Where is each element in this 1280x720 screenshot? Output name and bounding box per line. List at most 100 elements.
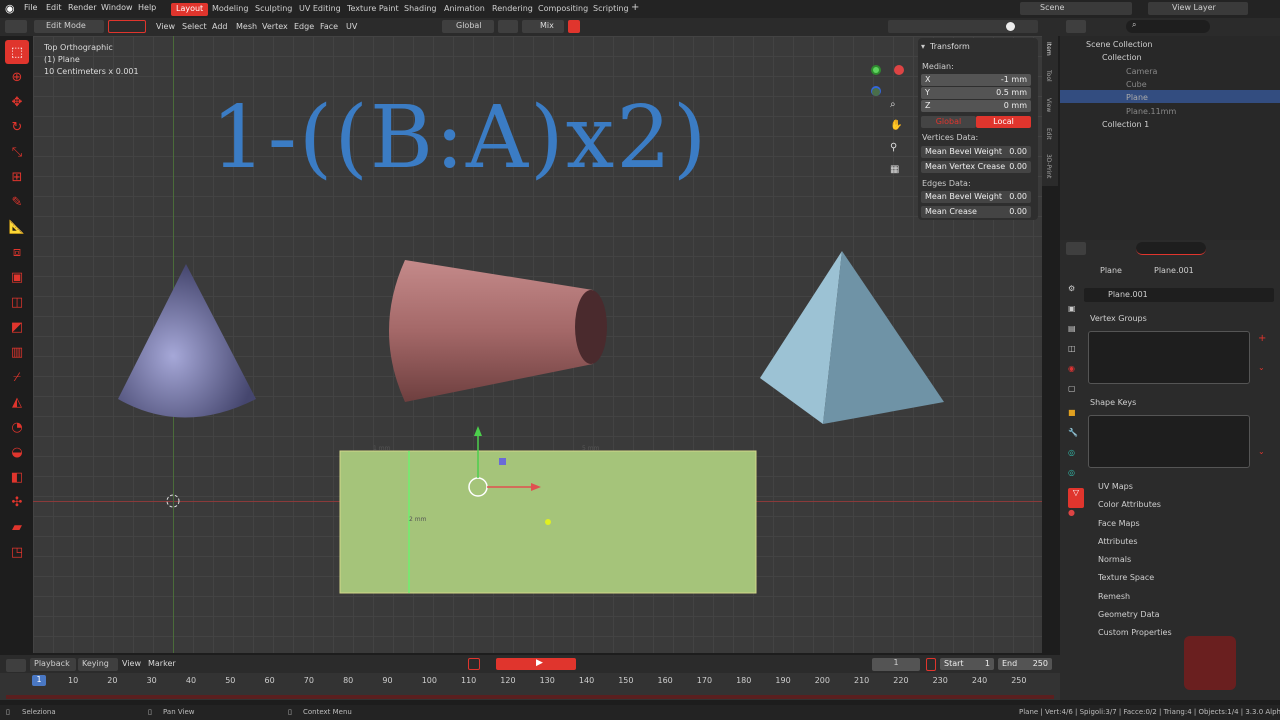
tab-render-icon[interactable]: ▣ xyxy=(1068,304,1084,324)
add-workspace-icon[interactable]: + xyxy=(631,2,639,13)
orientation-dropdown[interactable]: Global xyxy=(442,20,494,33)
transform-tool-icon[interactable]: ⊞ xyxy=(5,165,29,189)
snap-mix-dropdown[interactable]: Mix xyxy=(522,20,564,33)
tab-material-icon[interactable]: ● xyxy=(1068,508,1084,528)
panel-color-attributes[interactable]: Color Attributes xyxy=(1098,500,1161,509)
shape-keys-list[interactable] xyxy=(1088,415,1250,468)
vertex-groups-list[interactable] xyxy=(1088,331,1250,384)
rip-tool-icon[interactable]: ◳ xyxy=(5,540,29,564)
menu-uv[interactable]: UV xyxy=(346,22,357,31)
panel-texture-space[interactable]: Texture Space xyxy=(1098,573,1154,582)
record-icon[interactable] xyxy=(468,658,480,670)
3d-cursor-icon[interactable] xyxy=(166,494,180,508)
outliner-scene-collection[interactable]: Scene Collection xyxy=(1086,40,1153,49)
tab-compositing[interactable]: Compositing xyxy=(533,3,593,16)
transform-header[interactable]: Transform xyxy=(930,42,970,51)
pyramid-right-face[interactable] xyxy=(823,251,944,424)
tab-scripting[interactable]: Scripting xyxy=(588,3,634,16)
tab-sculpting[interactable]: Sculpting xyxy=(250,3,297,16)
menu-help[interactable]: Help xyxy=(138,3,156,12)
panel-custom-properties[interactable]: Custom Properties xyxy=(1098,628,1172,637)
local-toggle[interactable]: Local xyxy=(976,116,1031,128)
marker-menu[interactable]: Marker xyxy=(148,659,176,668)
outliner-camera[interactable]: Camera xyxy=(1126,67,1157,76)
panel-uv-maps[interactable]: UV Maps xyxy=(1098,482,1133,491)
panel-vertex-groups[interactable]: Vertex Groups xyxy=(1090,314,1147,323)
current-frame-field[interactable]: 1 xyxy=(872,658,920,671)
xy-plane-handle[interactable] xyxy=(499,458,506,465)
tab-rendering[interactable]: Rendering xyxy=(487,3,538,16)
panel-attributes[interactable]: Attributes xyxy=(1098,537,1138,546)
vertex-group-menu-icon[interactable]: ⌄ xyxy=(1258,363,1265,372)
properties-editor-icon[interactable] xyxy=(1066,242,1086,255)
breadcrumb-mesh[interactable]: Plane.001 xyxy=(1154,266,1194,275)
bevel-tool-icon[interactable]: ◩ xyxy=(5,315,29,339)
collapse-icon[interactable]: ▾ xyxy=(921,42,925,51)
edge-slide-icon[interactable]: ◧ xyxy=(5,465,29,489)
tab-tool[interactable]: Tool xyxy=(1045,70,1052,82)
panel-shape-keys[interactable]: Shape Keys xyxy=(1090,398,1136,407)
outliner-search-input[interactable] xyxy=(1126,20,1210,33)
knife-tool-icon[interactable]: ⌿ xyxy=(5,365,29,389)
move-tool-icon[interactable]: ✥ xyxy=(5,90,29,114)
tab-modifiers-icon[interactable]: 🔧 xyxy=(1068,428,1084,448)
camera-icon[interactable]: ⚲ xyxy=(890,142,897,153)
playhead-marker[interactable]: 1 xyxy=(32,675,46,686)
spin-tool-icon[interactable]: ◔ xyxy=(5,415,29,439)
properties-search-input[interactable] xyxy=(1136,242,1206,255)
select-mode-buttons[interactable] xyxy=(108,20,146,33)
shear-tool-icon[interactable]: ▰ xyxy=(5,515,29,539)
mean-crease-field[interactable]: Mean Crease 0.00 xyxy=(921,206,1031,218)
menu-select[interactable]: Select xyxy=(182,22,207,31)
panel-normals[interactable]: Normals xyxy=(1098,555,1131,564)
menu-edge[interactable]: Edge xyxy=(294,22,314,31)
menu-window[interactable]: Window xyxy=(101,3,133,12)
tab-uv-editing[interactable]: UV Editing xyxy=(294,3,346,16)
menu-edit[interactable]: Edit xyxy=(46,3,62,12)
smooth-tool-icon[interactable]: ◒ xyxy=(5,440,29,464)
start-frame-field[interactable]: Start 1 xyxy=(940,658,994,670)
extrude-tool-icon[interactable]: ▣ xyxy=(5,265,29,289)
timeline-scrollbar[interactable] xyxy=(6,695,1054,699)
tab-edit[interactable]: Edit xyxy=(1045,128,1052,140)
panel-geometry-data[interactable]: Geometry Data xyxy=(1098,610,1160,619)
cone-object[interactable] xyxy=(118,264,256,418)
rotate-tool-icon[interactable]: ↻ xyxy=(5,115,29,139)
tab-constraints-icon[interactable]: ◎ xyxy=(1068,468,1084,488)
tab-layout[interactable]: Layout xyxy=(171,3,209,16)
3d-viewport[interactable]: Top Orthographic (1) Plane 10 Centimeter… xyxy=(33,36,1042,653)
breadcrumb-object[interactable]: Plane xyxy=(1100,266,1122,275)
tab-output-icon[interactable]: ▤ xyxy=(1068,324,1084,344)
add-vertex-group-icon[interactable]: + xyxy=(1258,333,1266,344)
outliner-plane-11mm[interactable]: Plane.11mm xyxy=(1126,107,1176,116)
view-layer-selector[interactable]: View Layer xyxy=(1148,2,1248,15)
mode-dropdown[interactable]: Edit Mode xyxy=(34,20,104,33)
solid-shading-icon[interactable] xyxy=(1006,22,1015,31)
median-x-field[interactable]: X -1 mm xyxy=(921,74,1031,86)
blender-logo-icon[interactable]: ◉ xyxy=(5,2,15,15)
preview-range-icon[interactable] xyxy=(926,658,936,671)
select-box-icon[interactable]: ⬚ xyxy=(5,40,29,64)
poly-build-icon[interactable]: ◭ xyxy=(5,390,29,414)
median-y-field[interactable]: Y 0.5 mm xyxy=(921,87,1031,99)
outliner-plane[interactable]: Plane xyxy=(1126,93,1148,102)
shrink-fatten-icon[interactable]: ✣ xyxy=(5,490,29,514)
panel-face-maps[interactable]: Face Maps xyxy=(1098,519,1140,528)
menu-view[interactable]: View xyxy=(156,22,175,31)
tab-tool-icon[interactable]: ⚙ xyxy=(1068,284,1084,304)
tab-animation[interactable]: Animation xyxy=(439,3,490,16)
outliner-collection-1[interactable]: Collection 1 xyxy=(1102,120,1149,129)
scene-selector[interactable]: Scene xyxy=(1020,2,1132,15)
tab-physics-icon[interactable]: ◎ xyxy=(1068,448,1084,468)
measure-tool-icon[interactable]: 📐 xyxy=(5,215,29,239)
tab-world-icon[interactable]: ◉ xyxy=(1068,364,1084,384)
mesh-name-field[interactable]: Plane.001 xyxy=(1084,288,1274,302)
tab-item[interactable]: Item xyxy=(1045,42,1052,56)
tab-shading[interactable]: Shading xyxy=(399,3,442,16)
menu-face[interactable]: Face xyxy=(320,22,338,31)
outliner-cube[interactable]: Cube xyxy=(1126,80,1147,89)
menu-render[interactable]: Render xyxy=(68,3,96,12)
tab-3d-print[interactable]: 3D-Print xyxy=(1045,154,1052,178)
end-frame-field[interactable]: End 250 xyxy=(998,658,1052,670)
add-cube-icon[interactable]: ⧈ xyxy=(5,240,29,264)
